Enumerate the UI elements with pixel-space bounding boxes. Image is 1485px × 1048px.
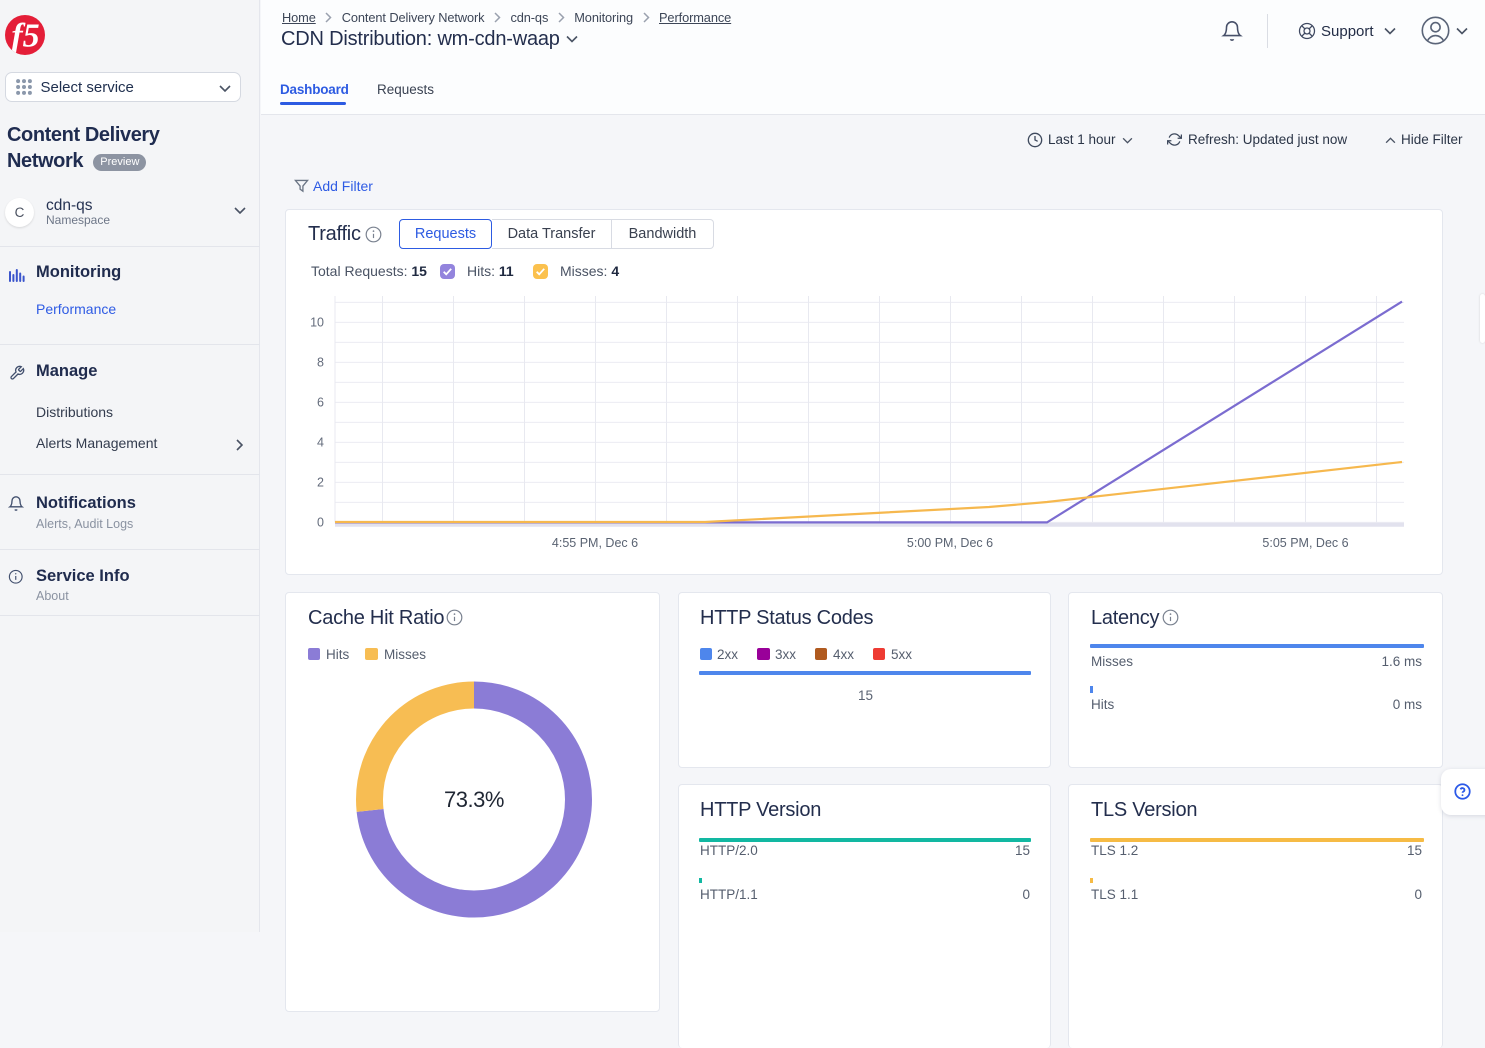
svg-text:0: 0 xyxy=(317,516,324,530)
svg-text:73.3%: 73.3% xyxy=(444,787,504,812)
svg-text:4: 4 xyxy=(317,436,324,450)
svg-text:5:00 PM, Dec 6: 5:00 PM, Dec 6 xyxy=(907,536,993,550)
svg-text:10: 10 xyxy=(310,316,324,330)
svg-text:f5: f5 xyxy=(11,18,39,55)
svg-text:5:05 PM, Dec 6: 5:05 PM, Dec 6 xyxy=(1262,536,1348,550)
svg-text:8: 8 xyxy=(317,356,324,370)
svg-text:4:55 PM, Dec 6: 4:55 PM, Dec 6 xyxy=(552,536,638,550)
svg-text:6: 6 xyxy=(317,396,324,410)
svg-text:2: 2 xyxy=(317,476,324,490)
